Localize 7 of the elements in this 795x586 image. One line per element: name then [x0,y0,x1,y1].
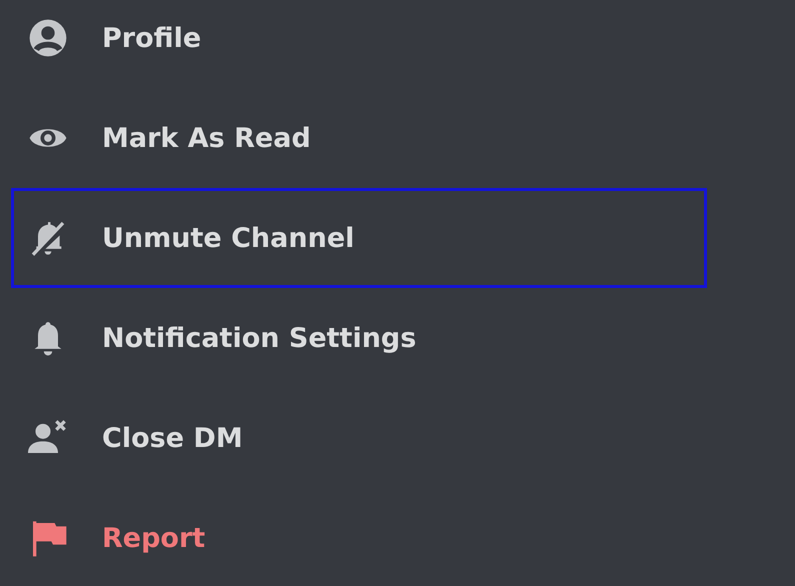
menu-item[interactable]: Profile [11,0,707,88]
person-icon [28,18,68,58]
menu-item[interactable]: Close DM [11,388,707,488]
menu-item[interactable]: Mark As Read [11,88,707,188]
menu-item[interactable]: Unmute Channel [11,188,707,288]
menu-item[interactable]: Report [11,488,707,586]
menu-item[interactable]: Notification Settings [11,288,707,388]
